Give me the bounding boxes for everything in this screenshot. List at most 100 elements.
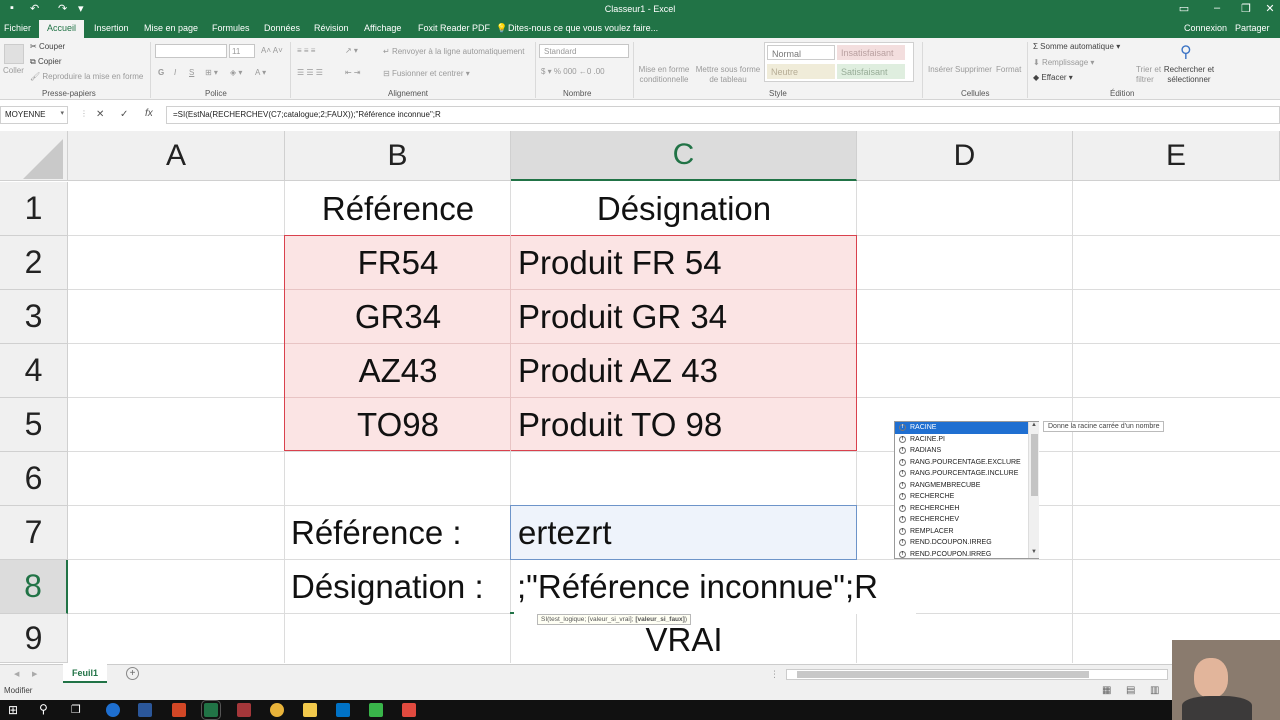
paste-button[interactable]: Coller: [3, 66, 24, 75]
cancel-icon[interactable]: ✕: [96, 109, 104, 120]
style-bad[interactable]: Insatisfaisant: [837, 45, 905, 60]
name-box[interactable]: MOYENNE ▾: [0, 106, 68, 124]
select-all-corner[interactable]: [0, 131, 68, 181]
add-sheet-icon[interactable]: +: [126, 667, 139, 680]
copy-button[interactable]: ⧉ Copier: [30, 57, 62, 67]
delete-button[interactable]: Supprimer: [955, 65, 992, 74]
edge-icon[interactable]: [106, 703, 120, 717]
italic-button[interactable]: I: [174, 68, 176, 77]
row-header-7[interactable]: 7: [0, 506, 68, 560]
tab-mise-en-page[interactable]: Mise en page: [144, 23, 198, 33]
orientation-icon[interactable]: ↗ ▾: [345, 46, 358, 55]
autocomplete-item[interactable]: f RACINE.PI: [895, 434, 1038, 446]
scroll-thumb[interactable]: [1031, 434, 1038, 496]
table-format-button[interactable]: Mettre sous forme de tableau: [694, 65, 762, 85]
column-header-c[interactable]: C: [511, 131, 857, 181]
cell-b1[interactable]: Référence: [285, 182, 511, 236]
cell-b3[interactable]: GR34: [285, 290, 511, 344]
app-icon[interactable]: [402, 703, 416, 717]
share-button[interactable]: Partager: [1235, 23, 1270, 33]
search-icon[interactable]: ⚲: [39, 702, 48, 716]
tab-insertion[interactable]: Insertion: [94, 23, 129, 33]
clear-button[interactable]: ◆ Effacer ▾: [1033, 73, 1073, 82]
row-header-6[interactable]: 6: [0, 452, 68, 506]
sort-filter-button[interactable]: Trier et filtrer: [1136, 65, 1162, 85]
cell-c2[interactable]: Produit FR 54: [518, 236, 722, 290]
autocomplete-item[interactable]: f RECHERCHE: [895, 491, 1038, 503]
next-sheet-icon[interactable]: ▶: [32, 670, 37, 678]
wrap-text-button[interactable]: ↵ Renvoyer à la ligne automatiquement: [383, 47, 524, 56]
scroll-thumb[interactable]: [797, 671, 1089, 678]
tell-me-input[interactable]: Dites-nous ce que vous voulez faire...: [508, 23, 658, 33]
cell-b8[interactable]: Désignation :: [291, 560, 484, 614]
grow-font-icon[interactable]: A˄ A˅: [261, 46, 283, 55]
task-view-icon[interactable]: ❐: [71, 703, 81, 716]
enter-icon[interactable]: ✓: [120, 109, 128, 120]
tab-fichier[interactable]: Fichier: [4, 23, 31, 33]
cell-c1[interactable]: Désignation: [511, 182, 857, 236]
number-format-icons[interactable]: $ ▾ % 000 ←0 .00: [541, 67, 605, 76]
tab-formules[interactable]: Formules: [212, 23, 250, 33]
format-button[interactable]: Format: [996, 65, 1021, 74]
cell-b7[interactable]: Référence :: [291, 506, 462, 560]
sheet-tab-feuil1[interactable]: Feuil1: [63, 664, 107, 683]
fill-color-icon[interactable]: ◈ ▾: [230, 68, 242, 77]
horizontal-scrollbar[interactable]: [786, 669, 1168, 680]
autocomplete-item[interactable]: f RADIANS: [895, 445, 1038, 457]
autocomplete-item[interactable]: f RECHERCHEV: [895, 514, 1038, 526]
autocomplete-item[interactable]: f RANG.POURCENTAGE.EXCLURE: [895, 457, 1038, 469]
row-header-8[interactable]: 8: [0, 560, 68, 614]
underline-button[interactable]: S: [189, 68, 194, 77]
autocomplete-item[interactable]: f RANG.POURCENTAGE.INCLURE: [895, 468, 1038, 480]
bold-button[interactable]: G: [158, 68, 164, 77]
close-icon[interactable]: ✕: [1260, 2, 1280, 15]
column-header-d[interactable]: D: [857, 131, 1073, 181]
windows-start-icon[interactable]: ⊞: [8, 703, 18, 717]
autocomplete-item[interactable]: f REND.DCOUPON.IRREG: [895, 537, 1038, 549]
row-header-3[interactable]: 3: [0, 290, 68, 344]
cell-c4[interactable]: Produit AZ 43: [518, 344, 718, 398]
merge-center-button[interactable]: ⊟ Fusionner et centrer ▾: [383, 69, 470, 78]
page-break-icon[interactable]: ▥: [1150, 685, 1159, 696]
cell-c8-editor[interactable]: ;"Référence inconnue";R: [514, 560, 916, 614]
cut-button[interactable]: ✂ Couper: [30, 42, 65, 51]
column-header-b[interactable]: B: [285, 131, 511, 181]
fill-button[interactable]: ⬇ Remplissage ▾: [1033, 58, 1094, 67]
tab-revision[interactable]: Révision: [314, 23, 349, 33]
align-top-icons[interactable]: ≡ ≡ ≡: [297, 46, 315, 55]
paste-icon[interactable]: [4, 44, 24, 64]
autocomplete-item[interactable]: f REND.PCOUPON.IRREG: [895, 549, 1038, 561]
autocomplete-scrollbar[interactable]: ▲ ▼: [1028, 422, 1039, 558]
cell-c3[interactable]: Produit GR 34: [518, 290, 727, 344]
normal-view-icon[interactable]: ▦: [1102, 685, 1111, 696]
scroll-up-icon[interactable]: ▲: [1031, 422, 1037, 428]
format-painter-button[interactable]: 🖌 Reproduire la mise en forme: [30, 72, 143, 81]
scroll-down-icon[interactable]: ▼: [1031, 549, 1037, 555]
font-color-icon[interactable]: A ▾: [255, 68, 266, 77]
camtasia-icon[interactable]: [369, 703, 383, 717]
autocomplete-item[interactable]: f REMPLACER: [895, 526, 1038, 538]
powerpoint-icon[interactable]: [172, 703, 186, 717]
row-header-4[interactable]: 4: [0, 344, 68, 398]
font-name-input[interactable]: [155, 44, 227, 58]
page-layout-icon[interactable]: ▤: [1126, 685, 1135, 696]
insert-function-icon[interactable]: fx: [145, 108, 153, 119]
minimize-icon[interactable]: –: [1207, 2, 1227, 14]
chevron-down-icon[interactable]: ▾: [60, 109, 64, 117]
style-neutral[interactable]: Neutre: [767, 64, 835, 79]
indent-icons[interactable]: ⇤ ⇥: [345, 68, 361, 77]
access-icon[interactable]: [237, 703, 251, 717]
column-header-e[interactable]: E: [1073, 131, 1280, 181]
prev-sheet-icon[interactable]: ◀: [14, 670, 19, 678]
signin-link[interactable]: Connexion: [1184, 23, 1227, 33]
insert-button[interactable]: Insérer: [928, 65, 953, 74]
conditional-format-button[interactable]: Mise en forme conditionnelle: [637, 65, 691, 85]
row-header-9[interactable]: 9: [0, 614, 68, 663]
autosum-button[interactable]: Σ Somme automatique ▾: [1033, 42, 1120, 51]
tab-accueil[interactable]: Accueil: [39, 20, 85, 38]
number-format-select[interactable]: Standard: [539, 44, 629, 58]
tab-affichage[interactable]: Affichage: [364, 23, 401, 33]
column-header-a[interactable]: A: [68, 131, 285, 181]
cell-b4[interactable]: AZ43: [285, 344, 511, 398]
restore-icon[interactable]: ❐: [1236, 2, 1256, 15]
